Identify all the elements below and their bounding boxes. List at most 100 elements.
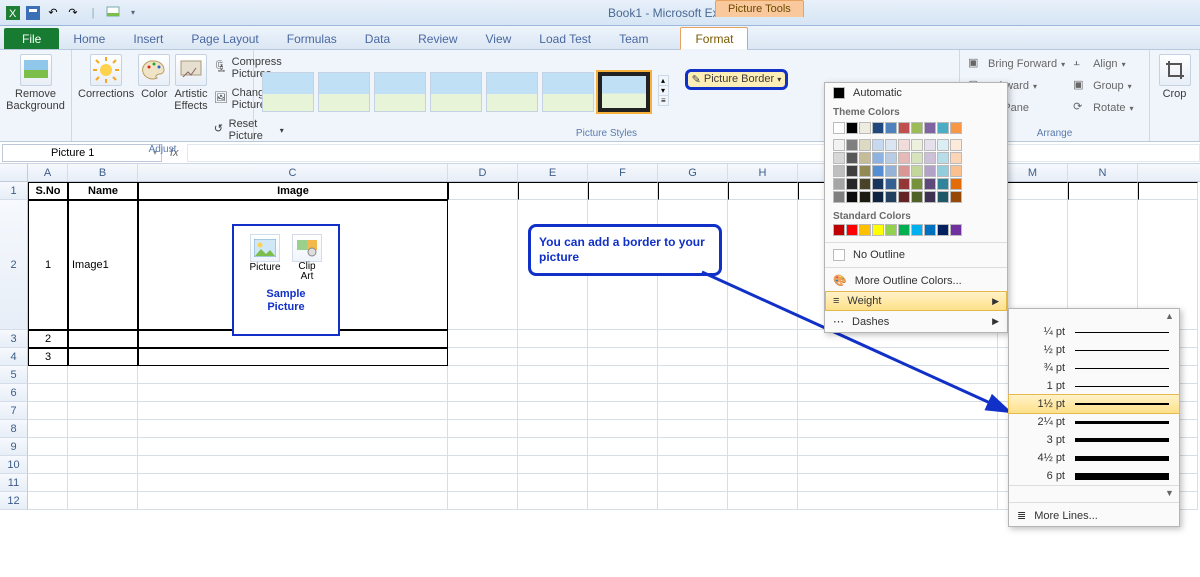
picture-style-3[interactable] — [374, 72, 426, 112]
scroll-up-icon[interactable]: ▲ — [1165, 311, 1175, 321]
weight-option[interactable]: ¾ pt — [1009, 359, 1179, 377]
color-swatch[interactable] — [846, 152, 858, 164]
color-swatch[interactable] — [911, 165, 923, 177]
cell[interactable] — [1138, 182, 1198, 200]
column-header-N[interactable]: N — [1068, 164, 1138, 181]
cell[interactable] — [68, 348, 138, 366]
color-swatch[interactable] — [833, 152, 845, 164]
color-swatch[interactable] — [898, 122, 910, 134]
color-swatch[interactable] — [937, 191, 949, 203]
row-header-8[interactable]: 8 — [0, 420, 28, 438]
color-swatch[interactable] — [950, 178, 962, 190]
group-button[interactable]: ▣Group▾ — [1071, 76, 1135, 96]
rotate-button[interactable]: ⟳Rotate▾ — [1071, 98, 1135, 118]
cell[interactable] — [658, 330, 728, 348]
gallery-down-icon[interactable]: ▾ — [659, 86, 668, 96]
cell[interactable] — [588, 492, 658, 510]
file-tab[interactable]: File — [4, 28, 59, 49]
color-swatch[interactable] — [911, 178, 923, 190]
cell[interactable] — [138, 456, 448, 474]
color-swatch[interactable] — [924, 178, 936, 190]
cell[interactable] — [138, 348, 448, 366]
picture-style-1[interactable] — [262, 72, 314, 112]
cell[interactable]: Image — [138, 182, 448, 200]
align-button[interactable]: ⫠Align▾ — [1071, 54, 1135, 74]
color-swatch[interactable] — [924, 165, 936, 177]
color-swatch[interactable] — [859, 224, 871, 236]
cell[interactable]: Name — [68, 182, 138, 200]
weight-option[interactable]: 2¼ pt — [1009, 413, 1179, 431]
column-header-B[interactable]: B — [68, 164, 138, 181]
cell[interactable] — [68, 438, 138, 456]
color-swatch[interactable] — [924, 152, 936, 164]
cell[interactable] — [798, 456, 998, 474]
color-swatch[interactable] — [885, 122, 897, 134]
color-swatch[interactable] — [924, 224, 936, 236]
cell[interactable] — [448, 182, 518, 200]
cell[interactable] — [798, 492, 998, 510]
color-swatch[interactable] — [937, 152, 949, 164]
weight-submenu-item[interactable]: ≡ Weight ▶ — [825, 291, 1007, 311]
cell[interactable] — [68, 492, 138, 510]
cell[interactable] — [728, 348, 798, 366]
cell[interactable] — [448, 366, 518, 384]
picture-style-2[interactable] — [318, 72, 370, 112]
cell[interactable] — [798, 438, 998, 456]
cell[interactable]: 2 — [28, 330, 68, 348]
color-swatch[interactable] — [898, 178, 910, 190]
color-swatch[interactable] — [898, 191, 910, 203]
column-header-G[interactable]: G — [658, 164, 728, 181]
cell[interactable] — [588, 456, 658, 474]
color-swatch[interactable] — [859, 191, 871, 203]
cell[interactable] — [138, 474, 448, 492]
undo-icon[interactable]: ↶ — [44, 4, 62, 22]
insert-picture-icon[interactable]: Picture — [247, 234, 283, 282]
cell[interactable] — [518, 330, 588, 348]
weight-option[interactable]: 4½ pt — [1009, 449, 1179, 467]
row-header-9[interactable]: 9 — [0, 438, 28, 456]
cell[interactable]: Image1 — [68, 200, 138, 330]
cell[interactable] — [28, 420, 68, 438]
color-swatch[interactable] — [937, 224, 949, 236]
weight-option[interactable]: 6 pt — [1009, 467, 1179, 485]
redo-icon[interactable]: ↷ — [64, 4, 82, 22]
cell[interactable] — [728, 474, 798, 492]
no-outline-item[interactable]: No Outline — [825, 245, 1007, 265]
color-swatch[interactable] — [872, 165, 884, 177]
cell[interactable] — [798, 474, 998, 492]
picture-style-4[interactable] — [430, 72, 482, 112]
insert-clipart-icon[interactable]: Clip Art — [289, 234, 325, 282]
select-all-corner[interactable] — [0, 164, 28, 181]
color-swatch[interactable] — [872, 178, 884, 190]
column-header-H[interactable]: H — [728, 164, 798, 181]
column-header-M[interactable]: M — [998, 164, 1068, 181]
picture-style-6[interactable] — [542, 72, 594, 112]
cell[interactable] — [448, 420, 518, 438]
color-swatch[interactable] — [846, 178, 858, 190]
cell[interactable] — [588, 474, 658, 492]
row-header-1[interactable]: 1 — [0, 182, 28, 200]
cell[interactable] — [68, 384, 138, 402]
cell[interactable] — [448, 456, 518, 474]
cell[interactable] — [998, 182, 1068, 200]
color-swatch[interactable] — [950, 165, 962, 177]
picture-style-7[interactable] — [598, 72, 650, 112]
cell[interactable] — [28, 402, 68, 420]
cell[interactable] — [448, 402, 518, 420]
tab-view[interactable]: View — [472, 28, 526, 49]
cell[interactable] — [658, 384, 728, 402]
color-swatch[interactable] — [872, 224, 884, 236]
color-swatch[interactable] — [885, 224, 897, 236]
tab-insert[interactable]: Insert — [119, 28, 177, 49]
gallery-up-icon[interactable]: ▴ — [659, 76, 668, 86]
color-swatch[interactable] — [859, 139, 871, 151]
color-swatch[interactable] — [950, 152, 962, 164]
cell[interactable] — [728, 402, 798, 420]
tab-load-test[interactable]: Load Test — [525, 28, 605, 49]
cell[interactable] — [798, 348, 998, 366]
color-swatch[interactable] — [950, 139, 962, 151]
cell[interactable] — [138, 420, 448, 438]
cell[interactable] — [658, 456, 728, 474]
cell[interactable] — [68, 420, 138, 438]
color-swatch[interactable] — [872, 122, 884, 134]
